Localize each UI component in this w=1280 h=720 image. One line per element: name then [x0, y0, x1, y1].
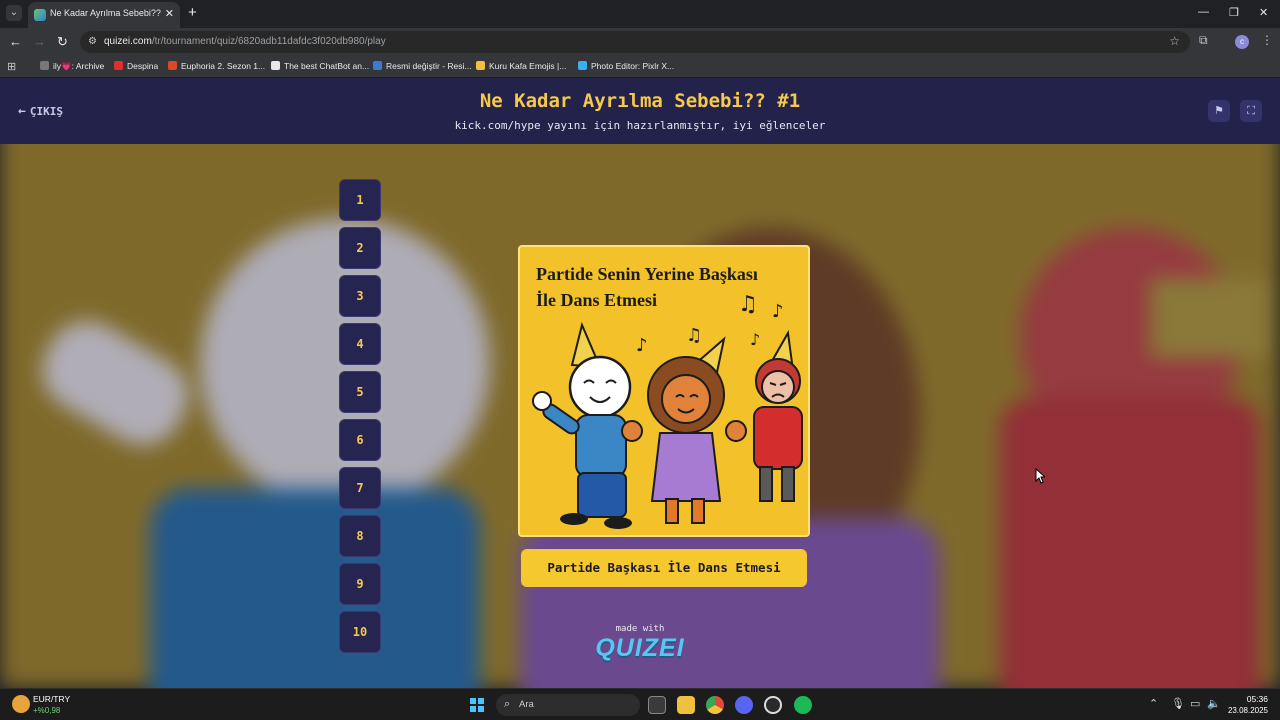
card-heading: Partide Senin Yerine Başkası İle Dans Et… [536, 261, 806, 313]
round-item-6[interactable]: 6 [339, 419, 381, 461]
round-item-1[interactable]: 1 [339, 179, 381, 221]
file-explorer-icon[interactable] [677, 696, 695, 714]
round-item-4[interactable]: 4 [339, 323, 381, 365]
apps-grid-icon[interactable]: ⊞ [7, 60, 16, 73]
quizei-logo[interactable]: QUIZEI [560, 634, 720, 663]
flag-icon: ⚑ [1214, 105, 1224, 117]
ticker-name[interactable]: EUR/TRY [33, 694, 70, 704]
new-tab-icon[interactable]: + [188, 4, 197, 21]
browser-tabbar: ⌄ Ne Kadar Ayrılma Sebebi?? #1 ✕ + — ❐ ✕ [0, 0, 1280, 28]
page-title: Ne Kadar Ayrılma Sebebi?? #1 [479, 90, 801, 112]
svg-text:♪: ♪ [636, 335, 648, 356]
bookmark-favicon-icon [373, 61, 382, 70]
profile-avatar[interactable]: c [1235, 35, 1249, 49]
card-heading-line: İle Dans Etmesi [536, 290, 657, 310]
round-item-9[interactable]: 9 [339, 563, 381, 605]
bookmark-favicon-icon [168, 61, 177, 70]
bookmark-favicon-icon [271, 61, 280, 70]
weather-widget-icon[interactable] [12, 695, 30, 713]
browser-tab-active[interactable]: Ne Kadar Ayrılma Sebebi?? #1 ✕ [28, 2, 180, 28]
card-heading-line: Partide Senin Yerine Başkası [536, 264, 758, 284]
round-item-3[interactable]: 3 [339, 275, 381, 317]
bookmark-item[interactable]: Euphoria 2. Sezon 1... [168, 61, 265, 71]
round-item-8[interactable]: 8 [339, 515, 381, 557]
bookmarks-bar: ⊞ ily💗: Archive Despina Euphoria 2. Sezo… [0, 56, 1280, 78]
task-view-icon[interactable] [648, 696, 666, 714]
clock-time[interactable]: 05:36 [1232, 694, 1268, 704]
ticker-value: +%0,98 [33, 706, 61, 715]
bookmark-item[interactable]: The best ChatBot an... [271, 61, 369, 71]
window-close-icon[interactable]: ✕ [1259, 6, 1268, 19]
tab-search-icon[interactable]: ⌄ [6, 5, 22, 21]
fullscreen-button[interactable]: ⛶ [1240, 100, 1262, 122]
browser-menu-icon[interactable]: ⋮ [1261, 33, 1273, 47]
round-item-7[interactable]: 7 [339, 467, 381, 509]
bookmark-item[interactable]: Kuru Kafa Emojis |... [476, 61, 566, 71]
github-desktop-icon[interactable] [764, 696, 782, 714]
question-card-image[interactable]: ♫ ♪ ♪ ♫ ♪ Partide Senin Yerine Başkası İ… [518, 245, 810, 537]
fullscreen-icon: ⛶ [1247, 105, 1255, 117]
bookmark-item[interactable]: Photo Editor: Pixlr X... [578, 61, 674, 71]
bookmark-favicon-icon [40, 61, 49, 70]
bookmark-item[interactable]: ily💗: Archive [40, 61, 104, 72]
bookmark-favicon-icon [476, 61, 485, 70]
address-url: quizei.com/tr/tournament/quiz/6820adb11d… [104, 36, 386, 47]
page-subtitle: kick.com/hype yayını için hazırlanmıştır… [454, 119, 826, 132]
browser-toolbar: ← → ↻ ⚙ quizei.com/tr/tournament/quiz/68… [0, 28, 1280, 56]
mouse-cursor-icon [1035, 468, 1045, 484]
discord-icon[interactable] [735, 696, 753, 714]
display-icon[interactable]: ▭ [1190, 697, 1200, 710]
microphone-icon[interactable]: 🎙 [1171, 697, 1185, 710]
tab-title: Ne Kadar Ayrılma Sebebi?? #1 [50, 8, 162, 18]
windows-start-icon[interactable] [470, 698, 484, 712]
restore-icon[interactable]: ❐ [1229, 6, 1239, 19]
os-taskbar: EUR/TRY +%0,98 ⌕ Ara ⌃ 🎙 ▭ 🔈 05:36 23.08… [0, 688, 1280, 720]
chrome-icon[interactable] [706, 696, 724, 714]
spotify-icon[interactable] [794, 696, 812, 714]
tab-favicon-icon [34, 9, 46, 21]
made-with-label: made with [615, 624, 665, 634]
round-item-5[interactable]: 5 [339, 371, 381, 413]
back-icon[interactable]: ← [9, 34, 22, 49]
taskbar-search-box[interactable]: ⌕ Ara [496, 694, 640, 716]
svg-text:♪: ♪ [750, 330, 760, 349]
site-info-icon[interactable]: ⚙ [88, 36, 97, 47]
answer-button[interactable]: Partide Başkası İle Dans Etmesi [521, 549, 807, 587]
forward-icon[interactable]: → [33, 34, 46, 49]
bookmark-favicon-icon [578, 61, 587, 70]
svg-text:♫: ♫ [686, 325, 702, 346]
bookmark-item[interactable]: Resmi değiştir - Resi... [373, 61, 472, 71]
address-bar[interactable]: ⚙ quizei.com/tr/tournament/quiz/6820adb1… [80, 31, 1190, 53]
search-icon: ⌕ [504, 698, 511, 710]
bookmark-favicon-icon [114, 61, 123, 70]
minimize-icon[interactable]: — [1198, 6, 1209, 18]
extensions-icon[interactable]: ⧉ [1199, 33, 1208, 48]
clock-date[interactable]: 23.08.2025 [1220, 706, 1268, 715]
bookmark-star-icon[interactable]: ☆ [1169, 34, 1180, 48]
volume-icon[interactable]: 🔈 [1207, 697, 1221, 710]
tray-overflow-icon[interactable]: ⌃ [1149, 697, 1158, 710]
bookmark-item[interactable]: Despina [114, 61, 158, 71]
round-item-2[interactable]: 2 [339, 227, 381, 269]
report-flag-button[interactable]: ⚑ [1208, 100, 1230, 122]
round-item-10[interactable]: 10 [339, 611, 381, 653]
reload-icon[interactable]: ↻ [57, 34, 68, 50]
quiz-page: ← ÇIKIŞ Ne Kadar Ayrılma Sebebi?? #1 kick… [0, 78, 1280, 688]
search-placeholder: Ara [519, 699, 534, 710]
quiz-header: ← ÇIKIŞ Ne Kadar Ayrılma Sebebi?? #1 kick… [0, 78, 1280, 144]
tab-close-icon[interactable]: ✕ [165, 7, 174, 20]
